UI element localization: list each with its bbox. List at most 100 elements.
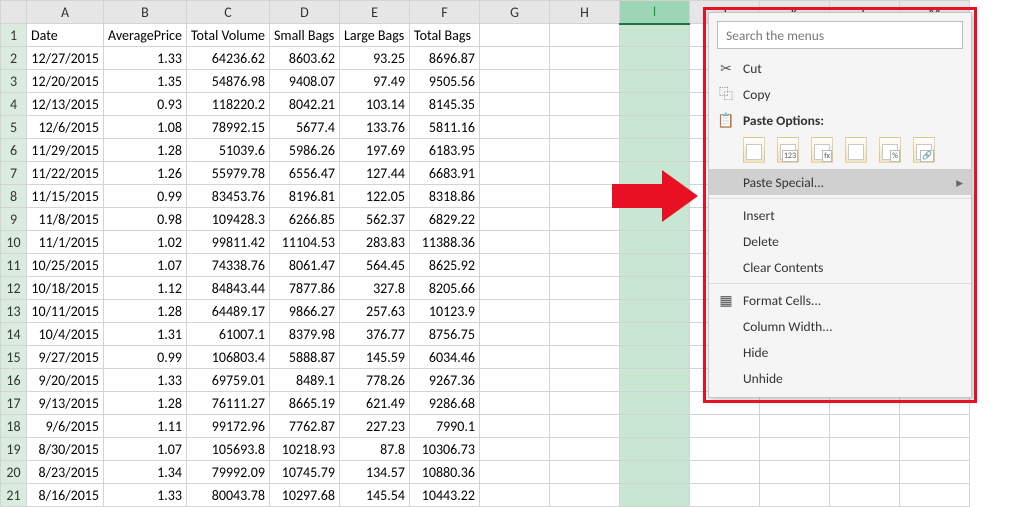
cell-A17[interactable]: 9/13/2015 bbox=[27, 392, 104, 415]
menu-format-cells[interactable]: ▦ Format Cells... bbox=[709, 287, 971, 313]
cell-E9[interactable]: 562.37 bbox=[339, 208, 409, 231]
cell-I1[interactable] bbox=[619, 24, 689, 47]
row-header[interactable]: 21 bbox=[1, 484, 27, 507]
cell-E12[interactable]: 327.8 bbox=[339, 277, 409, 300]
cell-D2[interactable]: 8603.62 bbox=[269, 47, 339, 70]
cell-B14[interactable]: 1.31 bbox=[104, 323, 187, 346]
cell-C18[interactable]: 99172.96 bbox=[186, 415, 269, 438]
row-header[interactable]: 3 bbox=[1, 70, 27, 93]
cell-C4[interactable]: 118220.2 bbox=[186, 93, 269, 116]
cell-G16[interactable] bbox=[479, 369, 549, 392]
cell-C5[interactable]: 78992.15 bbox=[186, 116, 269, 139]
cell-H16[interactable] bbox=[549, 369, 619, 392]
cell-E5[interactable]: 133.76 bbox=[339, 116, 409, 139]
cell-H14[interactable] bbox=[549, 323, 619, 346]
row-header[interactable]: 20 bbox=[1, 461, 27, 484]
cell-B16[interactable]: 1.33 bbox=[104, 369, 187, 392]
cell-B7[interactable]: 1.26 bbox=[104, 162, 187, 185]
cell-G20[interactable] bbox=[479, 461, 549, 484]
cell-F19[interactable]: 10306.73 bbox=[409, 438, 479, 461]
cell-G21[interactable] bbox=[479, 484, 549, 507]
cell-F4[interactable]: 8145.35 bbox=[409, 93, 479, 116]
row-header[interactable]: 15 bbox=[1, 346, 27, 369]
cell-G19[interactable] bbox=[479, 438, 549, 461]
cell-I3[interactable] bbox=[619, 70, 689, 93]
cell-I15[interactable] bbox=[619, 346, 689, 369]
row-header[interactable]: 10 bbox=[1, 231, 27, 254]
row-header[interactable]: 5 bbox=[1, 116, 27, 139]
row-header[interactable]: 14 bbox=[1, 323, 27, 346]
cell-G4[interactable] bbox=[479, 93, 549, 116]
cell-I12[interactable] bbox=[619, 277, 689, 300]
cell-G10[interactable] bbox=[479, 231, 549, 254]
cell-I5[interactable] bbox=[619, 116, 689, 139]
cell-B9[interactable]: 0.98 bbox=[104, 208, 187, 231]
cell-H9[interactable] bbox=[549, 208, 619, 231]
cell-D14[interactable]: 8379.98 bbox=[269, 323, 339, 346]
cell-I17[interactable] bbox=[619, 392, 689, 415]
cell-C14[interactable]: 61007.1 bbox=[186, 323, 269, 346]
cell-E8[interactable]: 122.05 bbox=[339, 185, 409, 208]
cell-D5[interactable]: 5677.4 bbox=[269, 116, 339, 139]
paste-icon[interactable] bbox=[743, 137, 765, 163]
cell-D12[interactable]: 7877.86 bbox=[269, 277, 339, 300]
menu-search-input[interactable]: Search the menus bbox=[717, 21, 963, 49]
cell-L20[interactable] bbox=[829, 461, 899, 484]
cell-F10[interactable]: 11388.36 bbox=[409, 231, 479, 254]
cell-E1[interactable]: Large Bags bbox=[339, 24, 409, 47]
row-header[interactable]: 16 bbox=[1, 369, 27, 392]
cell-I18[interactable] bbox=[619, 415, 689, 438]
cell-H7[interactable] bbox=[549, 162, 619, 185]
cell-F15[interactable]: 6034.46 bbox=[409, 346, 479, 369]
cell-G15[interactable] bbox=[479, 346, 549, 369]
cell-I10[interactable] bbox=[619, 231, 689, 254]
cell-E16[interactable]: 778.26 bbox=[339, 369, 409, 392]
cell-B10[interactable]: 1.02 bbox=[104, 231, 187, 254]
col-header-F[interactable]: F bbox=[409, 1, 479, 24]
cell-D18[interactable]: 7762.87 bbox=[269, 415, 339, 438]
cell-B15[interactable]: 0.99 bbox=[104, 346, 187, 369]
row-header[interactable]: 4 bbox=[1, 93, 27, 116]
cell-M21[interactable] bbox=[899, 484, 969, 507]
col-header-E[interactable]: E bbox=[339, 1, 409, 24]
col-header-B[interactable]: B bbox=[104, 1, 187, 24]
cell-C6[interactable]: 51039.6 bbox=[186, 139, 269, 162]
cell-A9[interactable]: 11/8/2015 bbox=[27, 208, 104, 231]
cell-E4[interactable]: 103.14 bbox=[339, 93, 409, 116]
menu-insert[interactable]: Insert bbox=[709, 202, 971, 228]
cell-I2[interactable] bbox=[619, 47, 689, 70]
col-header-A[interactable]: A bbox=[27, 1, 104, 24]
cell-H18[interactable] bbox=[549, 415, 619, 438]
cell-B12[interactable]: 1.12 bbox=[104, 277, 187, 300]
cell-A18[interactable]: 9/6/2015 bbox=[27, 415, 104, 438]
cell-A2[interactable]: 12/27/2015 bbox=[27, 47, 104, 70]
cell-A5[interactable]: 12/6/2015 bbox=[27, 116, 104, 139]
cell-H6[interactable] bbox=[549, 139, 619, 162]
cell-I6[interactable] bbox=[619, 139, 689, 162]
cell-B2[interactable]: 1.33 bbox=[104, 47, 187, 70]
cell-D9[interactable]: 6266.85 bbox=[269, 208, 339, 231]
cell-A13[interactable]: 10/11/2015 bbox=[27, 300, 104, 323]
col-header-I[interactable]: I bbox=[619, 1, 689, 24]
cell-F16[interactable]: 9267.36 bbox=[409, 369, 479, 392]
cell-H2[interactable] bbox=[549, 47, 619, 70]
cell-A8[interactable]: 11/15/2015 bbox=[27, 185, 104, 208]
cell-J19[interactable] bbox=[689, 438, 759, 461]
cell-F21[interactable]: 10443.22 bbox=[409, 484, 479, 507]
cell-K19[interactable] bbox=[759, 438, 829, 461]
cell-H3[interactable] bbox=[549, 70, 619, 93]
cell-I16[interactable] bbox=[619, 369, 689, 392]
cell-B6[interactable]: 1.28 bbox=[104, 139, 187, 162]
cell-E19[interactable]: 87.8 bbox=[339, 438, 409, 461]
cell-C11[interactable]: 74338.76 bbox=[186, 254, 269, 277]
cell-E10[interactable]: 283.83 bbox=[339, 231, 409, 254]
cell-G7[interactable] bbox=[479, 162, 549, 185]
cell-H12[interactable] bbox=[549, 277, 619, 300]
cell-G17[interactable] bbox=[479, 392, 549, 415]
cell-E21[interactable]: 145.54 bbox=[339, 484, 409, 507]
cell-D15[interactable]: 5888.87 bbox=[269, 346, 339, 369]
cell-J18[interactable] bbox=[689, 415, 759, 438]
cell-C1[interactable]: Total Volume bbox=[186, 24, 269, 47]
cell-F12[interactable]: 8205.66 bbox=[409, 277, 479, 300]
cell-H13[interactable] bbox=[549, 300, 619, 323]
